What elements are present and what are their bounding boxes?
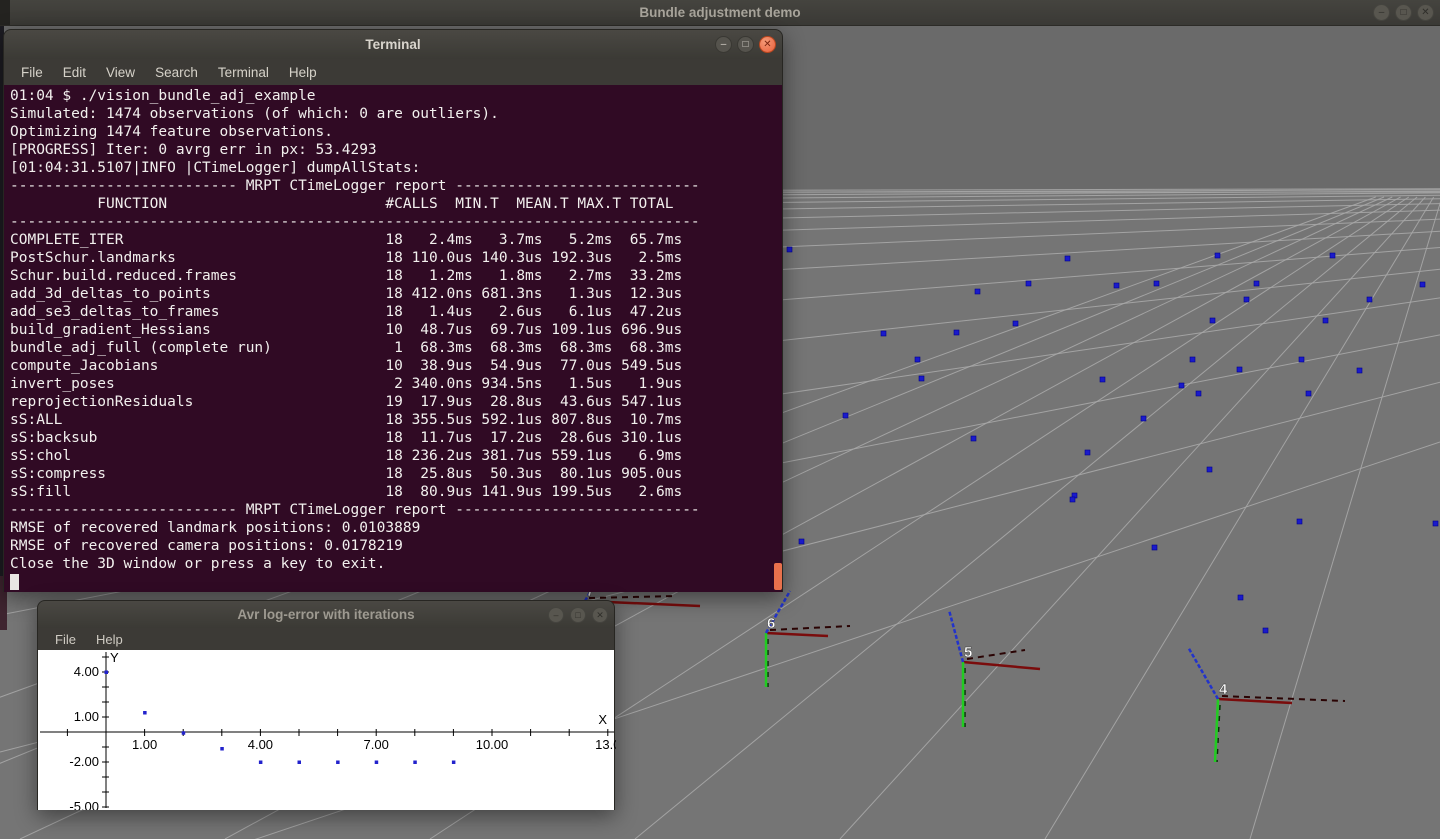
svg-text:1.00: 1.00 <box>74 709 99 724</box>
desktop: Bundle adjustment demo – □ ✕ 7654 Termin… <box>0 0 1440 839</box>
main-window-titlebar[interactable]: Bundle adjustment demo – □ ✕ <box>0 0 1440 26</box>
svg-text:1.00: 1.00 <box>132 737 157 752</box>
terminal-menubar: FileEditViewSearchTerminalHelp <box>3 59 783 85</box>
terminal-menu-terminal[interactable]: Terminal <box>209 65 278 80</box>
terminal-titlebar[interactable]: Terminal – □ ✕ <box>3 29 783 59</box>
svg-text:4.00: 4.00 <box>74 664 99 679</box>
svg-text:Y: Y <box>110 650 119 665</box>
terminal-output: 01:04 $ ./vision_bundle_adj_example Simu… <box>4 85 782 573</box>
svg-text:-2.00: -2.00 <box>69 754 99 769</box>
plot-close-button[interactable]: ✕ <box>592 607 608 623</box>
plot-titlebar[interactable]: Avr log-error with iterations – □ ✕ <box>37 600 615 628</box>
plot-minimize-button[interactable]: – <box>548 607 564 623</box>
terminal-menu-help[interactable]: Help <box>280 65 326 80</box>
terminal-minimize-button[interactable]: – <box>715 36 732 53</box>
terminal-close-button[interactable]: ✕ <box>759 36 776 53</box>
data-point <box>336 761 340 765</box>
terminal-menu-view[interactable]: View <box>97 65 144 80</box>
camera-frame-label-6: 6 <box>767 615 775 632</box>
plot-menubar: FileHelp <box>37 628 615 650</box>
data-point <box>143 711 147 715</box>
data-point <box>452 761 456 765</box>
main-window-title: Bundle adjustment demo <box>0 0 1440 25</box>
scatter-plot: 1.00 4.00 7.00 10.00 13.0 4.00 1.00 -2.00 -5.00 Y… <box>38 650 616 810</box>
main-maximize-button[interactable]: □ <box>1395 4 1412 21</box>
plot-window-title: Avr log-error with iterations <box>38 601 614 629</box>
terminal-window: Terminal – □ ✕ FileEditViewSearchTermina… <box>3 29 783 592</box>
terminal-text-area[interactable]: 01:04 $ ./vision_bundle_adj_example Simu… <box>3 85 783 592</box>
plot-maximize-button[interactable]: □ <box>570 607 586 623</box>
data-point <box>220 747 224 751</box>
data-point <box>298 761 302 765</box>
data-point <box>259 761 263 765</box>
terminal-menu-search[interactable]: Search <box>146 65 207 80</box>
svg-text:X: X <box>598 712 607 727</box>
svg-text:7.00: 7.00 <box>364 737 389 752</box>
terminal-maximize-button[interactable]: □ <box>737 36 754 53</box>
svg-text:4.00: 4.00 <box>248 737 273 752</box>
camera-frame-label-5: 5 <box>964 644 972 661</box>
data-point <box>105 671 109 675</box>
plot-area: 1.00 4.00 7.00 10.00 13.0 4.00 1.00 -2.00 -5.00 Y… <box>37 650 615 810</box>
terminal-cursor <box>10 574 19 590</box>
terminal-menu-edit[interactable]: Edit <box>54 65 95 80</box>
plot-menu-help[interactable]: Help <box>87 632 132 647</box>
data-point <box>375 761 379 765</box>
svg-text:-5.00: -5.00 <box>69 799 99 810</box>
svg-text:13.0: 13.0 <box>595 737 616 752</box>
main-minimize-button[interactable]: – <box>1373 4 1390 21</box>
data-point <box>182 731 186 735</box>
main-close-button[interactable]: ✕ <box>1417 4 1434 21</box>
data-point <box>413 761 417 765</box>
plot-menu-file[interactable]: File <box>46 632 85 647</box>
terminal-title: Terminal <box>4 30 782 60</box>
terminal-scrollbar-thumb[interactable] <box>774 563 782 590</box>
plot-window: Avr log-error with iterations – □ ✕ File… <box>37 600 615 810</box>
terminal-menu-file[interactable]: File <box>12 65 52 80</box>
camera-frame-label-4: 4 <box>1219 681 1228 698</box>
svg-text:10.00: 10.00 <box>476 737 509 752</box>
